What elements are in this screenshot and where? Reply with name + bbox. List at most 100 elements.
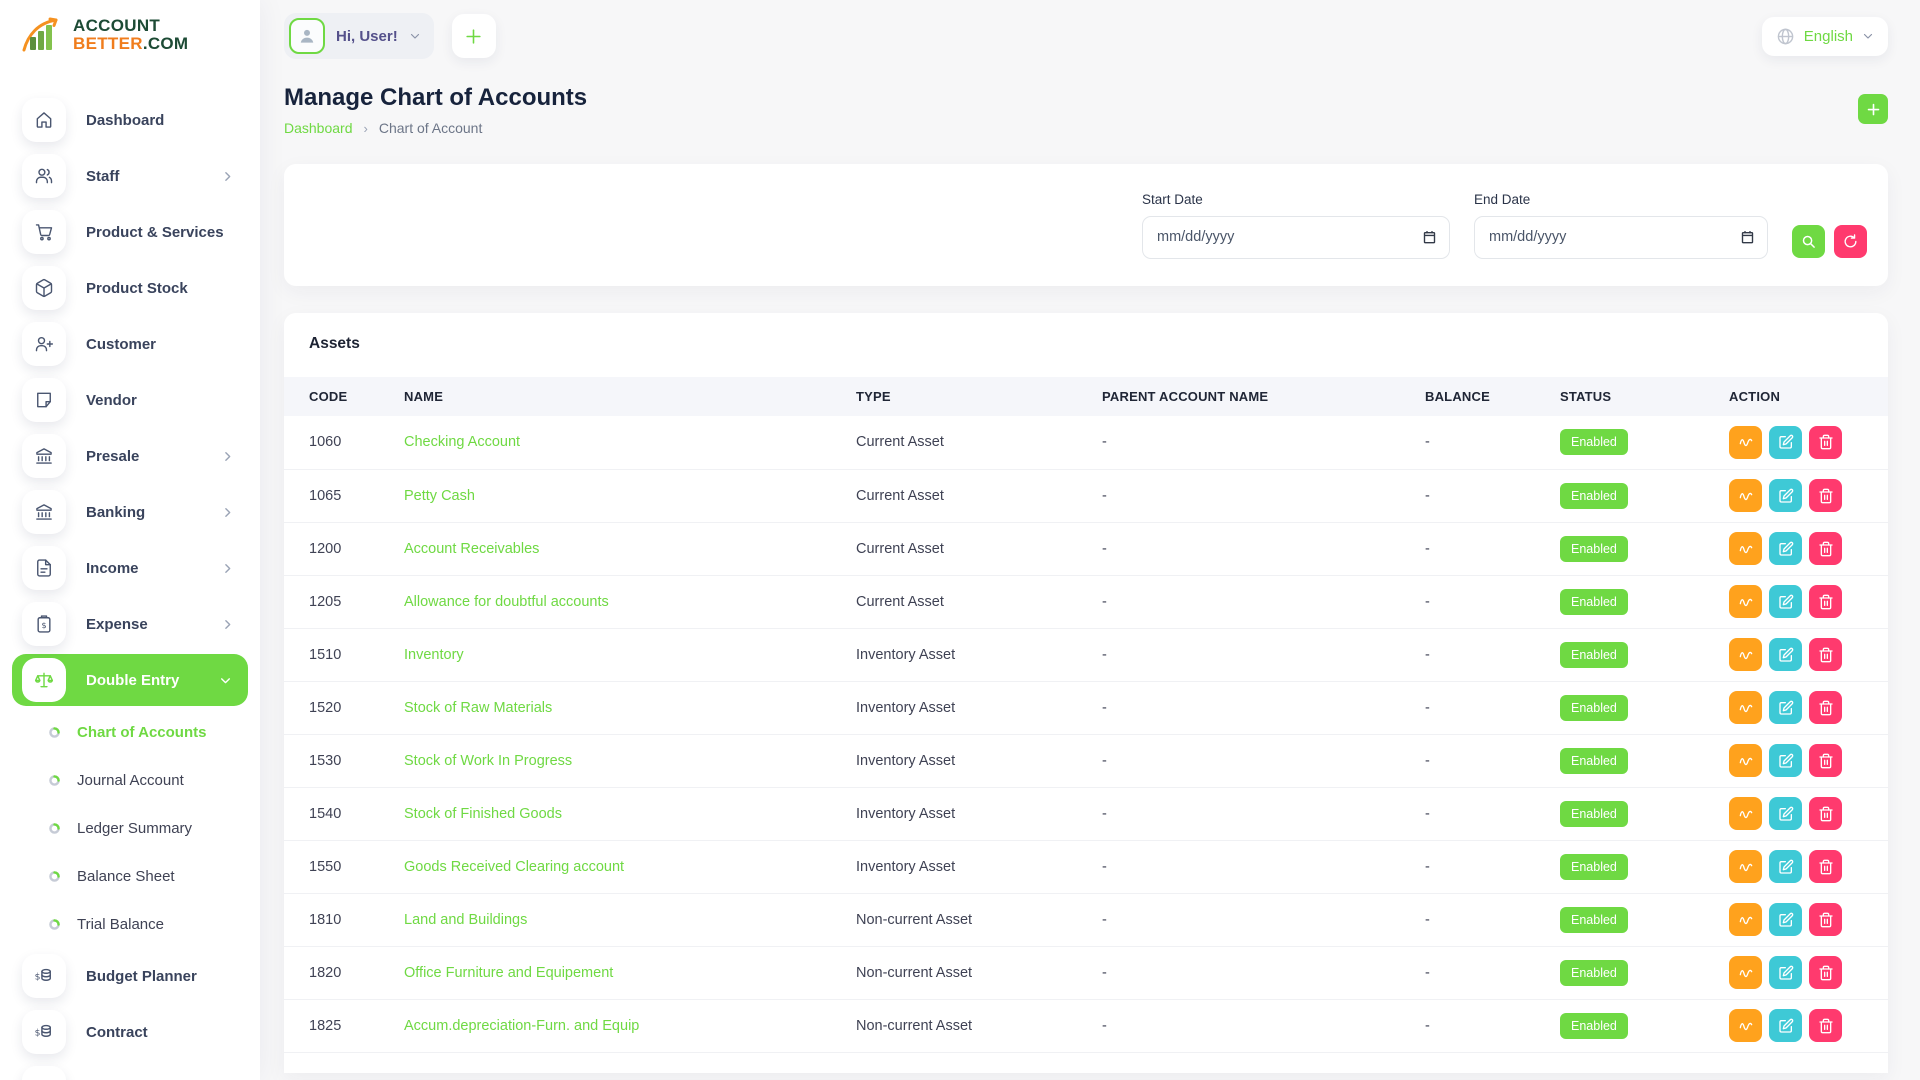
delete-action-button[interactable] [1809, 956, 1842, 989]
activity-action-button[interactable] [1729, 425, 1762, 459]
edit-action-button[interactable] [1769, 903, 1802, 936]
accounts-table-card: Assets CODE NAME TYPE PARENT ACCOUNT NAME BA… [284, 313, 1888, 1073]
search-button[interactable] [1792, 225, 1825, 258]
balance-cell: - [1415, 469, 1550, 523]
sidebar-item-budget-planner[interactable]: $ Budget Planner [0, 948, 260, 1004]
activity-action-button[interactable] [1729, 744, 1762, 777]
activity-action-button[interactable] [1729, 1009, 1762, 1042]
activity-action-button[interactable] [1729, 691, 1762, 724]
sidebar-item-banking[interactable]: Banking [0, 484, 260, 540]
chevron-down-icon [409, 30, 421, 42]
activity-action-button[interactable] [1729, 850, 1762, 883]
parent-cell: - [1092, 575, 1415, 629]
brand-logo[interactable]: ACCOUNT BETTER.COM [0, 0, 260, 70]
delete-action-button[interactable] [1809, 479, 1842, 512]
type-cell: Current Asset [846, 469, 1092, 523]
column-header-status: STATUS [1550, 377, 1719, 416]
edit-action-button[interactable] [1769, 532, 1802, 565]
sidebar-subitem-chart-of-accounts[interactable]: Chart of Accounts [0, 708, 260, 756]
breadcrumb-dashboard-link[interactable]: Dashboard [284, 120, 353, 136]
edit-action-button[interactable] [1769, 691, 1802, 724]
add-workspace-button[interactable] [451, 14, 496, 58]
delete-action-button[interactable] [1809, 1009, 1842, 1042]
account-name-link[interactable]: Land and Buildings [404, 912, 527, 928]
sidebar-item-double-entry[interactable]: Double Entry [12, 654, 248, 706]
account-name-link[interactable]: Checking Account [404, 434, 520, 450]
activity-icon [1739, 969, 1752, 977]
name-cell: Inventory [394, 628, 846, 682]
trash-icon [1818, 647, 1833, 662]
activity-action-button[interactable] [1729, 797, 1762, 830]
parent-cell: - [1092, 787, 1415, 841]
edit-action-button[interactable] [1769, 956, 1802, 989]
action-cell [1719, 416, 1888, 470]
delete-action-button[interactable] [1809, 797, 1842, 830]
account-name-link[interactable]: Accum.depreciation-Furn. and Equip [404, 1018, 639, 1034]
column-header-balance: BALANCE [1415, 377, 1550, 416]
sidebar-item-vendor[interactable]: Vendor [0, 372, 260, 428]
language-selector[interactable]: English [1761, 16, 1888, 56]
activity-action-button[interactable] [1729, 585, 1762, 618]
sidebar-nav: Dashboard Staff Product & Services Product … [0, 70, 260, 1080]
account-name-link[interactable]: Account Receivables [404, 541, 539, 557]
sidebar-item-expense[interactable]: $ Expense [0, 596, 260, 652]
status-cell: Enabled [1550, 469, 1719, 523]
edit-action-button[interactable] [1769, 585, 1802, 618]
account-name-link[interactable]: Goods Received Clearing account [404, 859, 624, 875]
sidebar-item-income[interactable]: Income [0, 540, 260, 596]
sidebar-subitem-trial-balance[interactable]: Trial Balance [0, 900, 260, 948]
activity-action-button[interactable] [1729, 903, 1762, 936]
delete-action-button[interactable] [1809, 744, 1842, 777]
user-menu[interactable]: Hi, User! [284, 13, 434, 59]
account-name-link[interactable]: Inventory [404, 647, 464, 663]
account-name-link[interactable]: Stock of Finished Goods [404, 806, 562, 822]
edit-action-button[interactable] [1769, 479, 1802, 512]
sidebar-item-contract[interactable]: $ Contract [0, 1004, 260, 1060]
sidebar-item-staff[interactable]: Staff [0, 148, 260, 204]
start-date-input[interactable] [1142, 215, 1450, 259]
calendar-icon[interactable] [1740, 230, 1755, 245]
table-row: 1550 Goods Received Clearing account Inven… [284, 840, 1888, 894]
sidebar-subitem-ledger-summary[interactable]: Ledger Summary [0, 804, 260, 852]
edit-action-button[interactable] [1769, 850, 1802, 883]
edit-action-button[interactable] [1769, 797, 1802, 830]
type-cell: Inventory Asset [846, 628, 1092, 682]
parent-cell: - [1092, 999, 1415, 1053]
edit-action-button[interactable] [1769, 638, 1802, 671]
delete-action-button[interactable] [1809, 585, 1842, 618]
reset-button[interactable] [1834, 225, 1867, 258]
sidebar-item-item[interactable] [0, 1060, 260, 1080]
edit-action-button[interactable] [1769, 1009, 1802, 1042]
sidebar-subitem-journal-account[interactable]: Journal Account [0, 756, 260, 804]
edit-action-button[interactable] [1769, 425, 1802, 459]
edit-action-button[interactable] [1769, 744, 1802, 777]
delete-action-button[interactable] [1809, 532, 1842, 565]
activity-icon [1739, 810, 1752, 818]
account-name-link[interactable]: Allowance for doubtful accounts [404, 594, 609, 610]
sidebar-subitem-balance-sheet[interactable]: Balance Sheet [0, 852, 260, 900]
activity-action-button[interactable] [1729, 532, 1762, 565]
delete-action-button[interactable] [1809, 425, 1842, 459]
account-name-link[interactable]: Stock of Raw Materials [404, 700, 552, 716]
calendar-icon[interactable] [1422, 230, 1437, 245]
account-name-link[interactable]: Stock of Work In Progress [404, 753, 572, 769]
activity-action-button[interactable] [1729, 479, 1762, 512]
sidebar-item-presale[interactable]: Presale [0, 428, 260, 484]
delete-action-button[interactable] [1809, 903, 1842, 936]
end-date-input[interactable] [1474, 215, 1768, 259]
activity-action-button[interactable] [1729, 638, 1762, 671]
account-name-link[interactable]: Office Furniture and Equipement [404, 965, 613, 981]
add-account-button[interactable] [1858, 94, 1888, 124]
activity-action-button[interactable] [1729, 956, 1762, 989]
status-cell: Enabled [1550, 946, 1719, 1000]
sidebar-item-product-stock[interactable]: Product Stock [0, 260, 260, 316]
account-name-link[interactable]: Petty Cash [404, 488, 475, 504]
delete-action-button[interactable] [1809, 638, 1842, 671]
clipboard-dollar-icon: $ [22, 602, 66, 646]
sidebar-item-dashboard[interactable]: Dashboard [0, 92, 260, 148]
code-cell: 1520 [284, 681, 394, 735]
sidebar-item-customer[interactable]: Customer [0, 316, 260, 372]
sidebar-item-product-services[interactable]: Product & Services [0, 204, 260, 260]
delete-action-button[interactable] [1809, 691, 1842, 724]
delete-action-button[interactable] [1809, 850, 1842, 883]
